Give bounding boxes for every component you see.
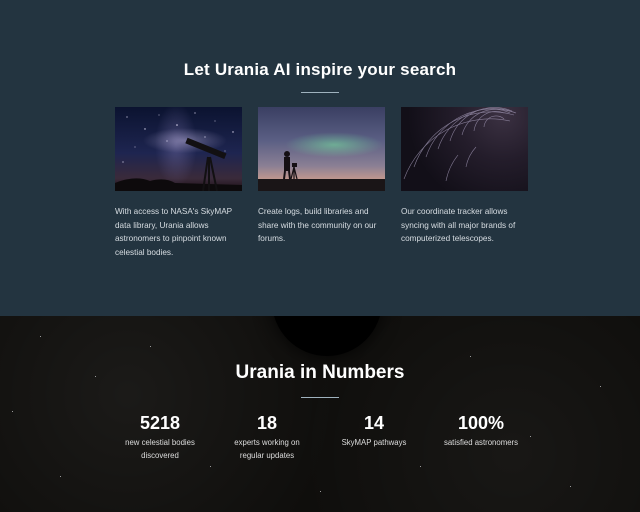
star-trails-image — [401, 107, 528, 191]
feature-text-tracker: Our coordinate tracker allows syncing wi… — [401, 207, 516, 243]
planet-decoration — [272, 316, 382, 356]
stat-number: 14 — [363, 413, 385, 433]
features-title: Let Urania AI inspire your search — [183, 60, 457, 79]
stat-number: 5218 — [139, 413, 181, 433]
stats-section: Urania in Numbers 5218 new celestial bod… — [0, 316, 640, 512]
feature-text-skymap: With access to NASA's SkyMAP data librar… — [115, 207, 232, 257]
milky-way-telescope-image — [115, 107, 242, 191]
features-divider — [301, 92, 339, 93]
feature-card-tracker: Our coordinate tracker allows syncing wi… — [401, 107, 528, 246]
stats-divider — [301, 397, 339, 398]
features-section: Let Urania AI inspire your search With a… — [0, 0, 640, 316]
stat-label: satisfied astronomers — [443, 438, 519, 447]
stat-celestial-bodies: 5218 new celestial bodies discovered — [105, 413, 215, 462]
stat-skymap-pathways: 14 SkyMAP pathways — [319, 413, 429, 449]
stat-experts: 18 experts working on regular updates — [212, 413, 322, 462]
stats-title: Urania in Numbers — [235, 362, 405, 383]
feature-card-skymap: With access to NASA's SkyMAP data librar… — [115, 107, 242, 259]
stat-label: SkyMAP pathways — [341, 438, 407, 447]
stat-satisfied: 100% satisfied astronomers — [426, 413, 536, 449]
stat-number: 100% — [457, 413, 505, 433]
stat-label: new celestial bodies discovered — [125, 438, 195, 460]
stat-label: experts working on regular updates — [234, 438, 300, 460]
feature-text-community: Create logs, build libraries and share w… — [258, 207, 377, 243]
stat-number: 18 — [256, 413, 278, 433]
feature-card-community: Create logs, build libraries and share w… — [258, 107, 385, 246]
aurora-photographer-image — [258, 107, 385, 191]
